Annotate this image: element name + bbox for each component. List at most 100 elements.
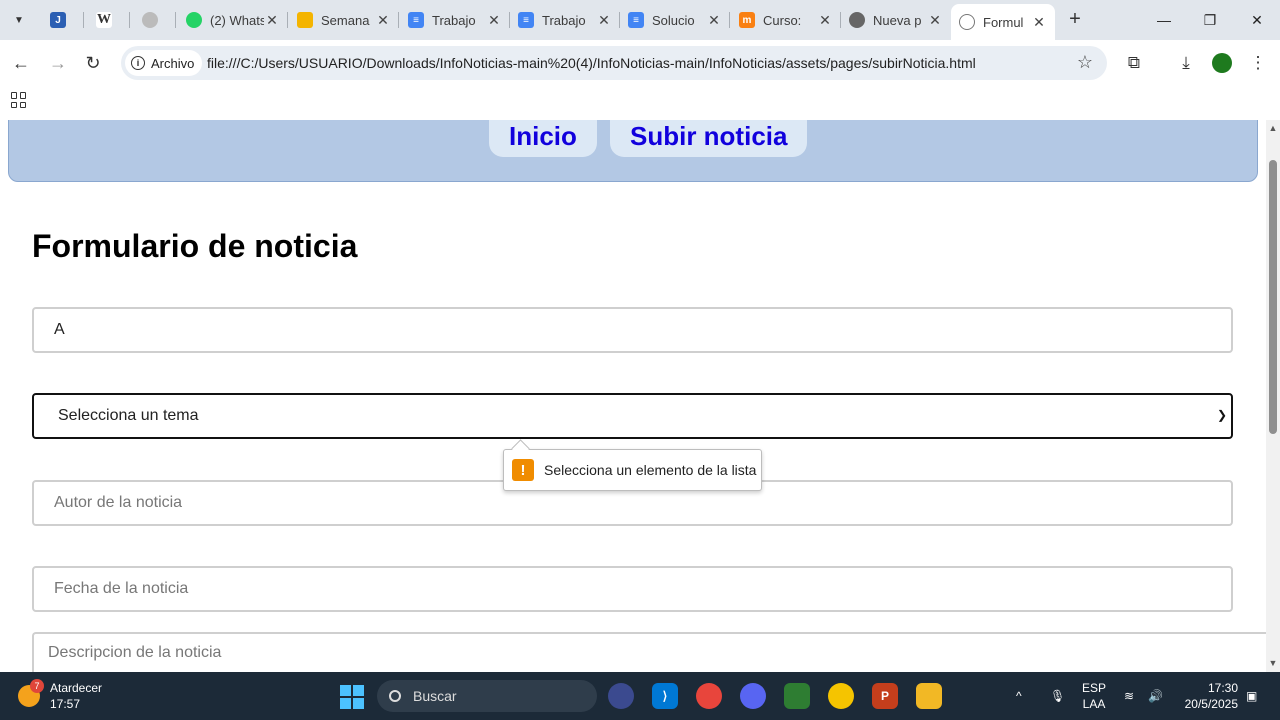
nav-inicio-link[interactable]: Inicio	[489, 120, 597, 157]
bookmark-star-icon[interactable]: ☆	[1077, 52, 1093, 73]
tab-docs-1[interactable]: ≡ Trabajo ✕	[400, 4, 510, 36]
close-icon[interactable]: ✕	[706, 12, 722, 29]
close-icon[interactable]: ✕	[486, 12, 502, 29]
info-icon: i	[131, 56, 145, 70]
description-textarea[interactable]: Descripcion de la noticia	[32, 632, 1266, 672]
tab-drive[interactable]: Semana ✕	[289, 4, 399, 36]
search-placeholder: Buscar	[413, 688, 457, 704]
scroll-down-arrow-icon[interactable]: ▼	[1268, 658, 1278, 668]
tray-overflow-icon[interactable]: ^	[1016, 688, 1022, 704]
start-button[interactable]	[340, 685, 364, 709]
clock-time: 17:30	[1207, 681, 1238, 695]
weather-badge: 7	[30, 679, 44, 693]
microphone-icon[interactable]: 🎙	[1050, 688, 1065, 704]
vscode-icon[interactable]: ⟩	[652, 683, 678, 709]
close-icon[interactable]: ✕	[927, 12, 943, 29]
notifications-icon[interactable]: ▣	[1246, 688, 1257, 704]
tab-title: Formul	[983, 14, 1024, 30]
address-bar[interactable]: i Archivo file:///C:/Users/USUARIO/Downl…	[121, 46, 1107, 80]
tab-title: Solucio	[652, 12, 695, 28]
app-yellow-icon[interactable]	[828, 683, 854, 709]
search-icon	[389, 690, 401, 702]
back-icon[interactable]: ←	[8, 50, 34, 76]
tab-strip: ▼ J W (2) WhatsApp ✕ Semana ✕ ≡ Trabajo …	[0, 0, 1280, 40]
tab-jira[interactable]: J	[42, 4, 84, 36]
forward-icon[interactable]: →	[45, 50, 71, 76]
tab-docs-2[interactable]: ≡ Trabajo ✕	[510, 4, 620, 36]
scroll-thumb[interactable]	[1269, 160, 1277, 434]
date-input[interactable]: Fecha de la noticia	[32, 566, 1233, 612]
moodle-icon: m	[739, 12, 755, 28]
tab-title: Curso:	[763, 12, 802, 28]
validation-message: Selecciona un elemento de la lista	[544, 462, 757, 478]
jira-icon: J	[50, 12, 66, 28]
tab-moodle[interactable]: m Curso: ✕	[731, 4, 841, 36]
topic-select-value: Selecciona un tema	[58, 407, 199, 424]
tab-github[interactable]	[134, 4, 176, 36]
url-text[interactable]: file:///C:/Users/USUARIO/Downloads/InfoN…	[207, 55, 976, 71]
google-docs-icon: ≡	[408, 12, 424, 28]
close-window-button[interactable]: ✕	[1234, 0, 1280, 40]
volume-icon[interactable]: 🔊	[1148, 688, 1163, 704]
title-input[interactable]: A	[32, 307, 1233, 353]
warning-icon: !	[512, 459, 534, 481]
eclipse-icon[interactable]	[608, 683, 634, 709]
new-tab-button[interactable]: +	[1064, 8, 1086, 30]
close-icon[interactable]: ✕	[264, 12, 280, 29]
clock-date: 20/5/2025	[1184, 697, 1238, 711]
weather-widget[interactable]: 7 Atardecer 17:57	[18, 679, 103, 712]
page-scrollbar[interactable]: ▲ ▼	[1266, 120, 1280, 672]
whatsapp-icon	[186, 12, 202, 28]
language-code: ESP	[1082, 681, 1107, 695]
clock[interactable]: 17:30 20/5/2025	[1178, 680, 1238, 712]
profile-avatar[interactable]	[1209, 50, 1235, 76]
tab-title: Semana	[321, 12, 370, 28]
file-explorer-icon[interactable]	[916, 683, 942, 709]
tab-title: (2) WhatsApp	[210, 12, 264, 28]
close-icon[interactable]: ✕	[375, 12, 391, 29]
chip-label: Archivo	[151, 55, 195, 71]
tab-wikipedia[interactable]: W	[88, 4, 130, 36]
powerpoint-icon[interactable]: P	[872, 683, 898, 709]
app-icon[interactable]	[784, 683, 810, 709]
validation-tooltip: ! Selecciona un elemento de la lista	[503, 449, 762, 491]
google-docs-icon: ≡	[628, 12, 644, 28]
site-info-chip[interactable]: i Archivo	[125, 50, 203, 76]
language-indicator[interactable]: ESP LAA	[1082, 680, 1106, 712]
chevron-down-icon: ❯	[1216, 408, 1227, 422]
extensions-icon[interactable]: ⧉	[1121, 50, 1147, 76]
apps-grid-icon[interactable]	[11, 92, 27, 108]
taskbar-search[interactable]: Buscar	[377, 680, 597, 712]
close-icon[interactable]: ✕	[1031, 14, 1047, 31]
windows-taskbar: 7 Atardecer 17:57 Buscar ⟩ P ^ 🎙 ESP LAA…	[0, 672, 1280, 720]
chrome-taskbar-icon[interactable]	[696, 683, 722, 709]
tab-docs-3[interactable]: ≡ Solucio ✕	[620, 4, 730, 36]
tab-formulario[interactable]: Formul ✕	[951, 4, 1055, 40]
github-icon	[142, 12, 158, 28]
close-icon[interactable]: ✕	[817, 12, 833, 29]
restore-button[interactable]: ❐	[1187, 0, 1233, 40]
tab-whatsapp[interactable]: (2) WhatsApp ✕	[178, 4, 288, 36]
download-icon[interactable]: ⤓	[1173, 50, 1199, 76]
tab-new-page[interactable]: Nueva p ✕	[841, 4, 951, 36]
reload-icon[interactable]: ↻	[80, 50, 106, 76]
site-header: Inicio Subir noticia	[8, 120, 1258, 182]
tab-search-button[interactable]: ▼	[6, 7, 32, 33]
google-drive-icon	[297, 12, 313, 28]
browser-toolbar: ← → ↻ i Archivo file:///C:/Users/USUARIO…	[0, 40, 1280, 86]
google-docs-icon: ≡	[518, 12, 534, 28]
close-icon[interactable]: ✕	[596, 12, 612, 29]
scroll-up-arrow-icon[interactable]: ▲	[1268, 123, 1278, 133]
weather-time: 17:57	[50, 697, 81, 711]
menu-icon[interactable]: ⋮	[1245, 50, 1271, 76]
minimize-button[interactable]: —	[1141, 0, 1187, 40]
bookmarks-bar	[0, 86, 1280, 120]
weather-label: Atardecer	[50, 681, 103, 695]
tab-title: Trabajo	[432, 12, 476, 28]
wifi-icon[interactable]: ≋	[1124, 688, 1134, 704]
title-input-value: A	[54, 321, 65, 338]
topic-select[interactable]: Selecciona un tema ❯	[32, 393, 1233, 439]
nav-subir-noticia-link[interactable]: Subir noticia	[610, 120, 808, 157]
tab-title: Nueva p	[873, 12, 922, 28]
discord-icon[interactable]	[740, 683, 766, 709]
